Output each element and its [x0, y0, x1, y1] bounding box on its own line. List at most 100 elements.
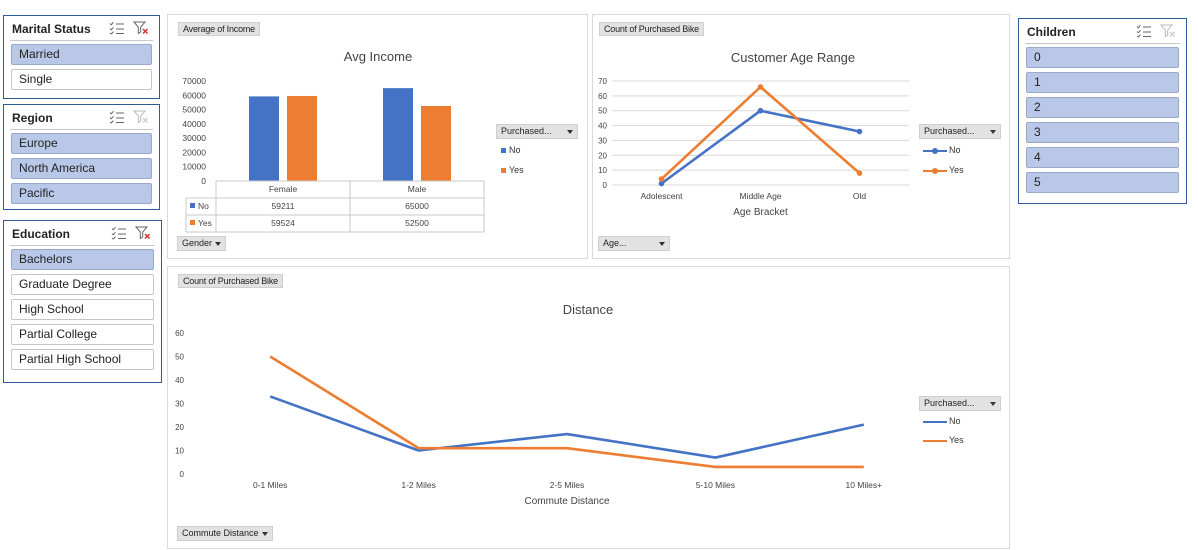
multi-select-icon[interactable] — [109, 110, 125, 124]
legend-filter-button[interactable]: Purchased... — [496, 124, 578, 139]
table-legend-key — [190, 203, 195, 208]
clear-filter-icon[interactable] — [135, 226, 151, 240]
chevron-down-icon — [990, 402, 996, 406]
axis-field-label: Age... — [603, 238, 627, 248]
legend-item-no: No — [923, 416, 961, 426]
y-tick-label: 0 — [201, 176, 206, 186]
y-tick-label: 40 — [175, 376, 184, 385]
y-tick-label: 10000 — [182, 162, 206, 172]
y-tick-label: 10 — [598, 166, 607, 175]
slicer-education: Education Bachelors Graduate Degree High… — [3, 220, 162, 383]
slicer-item-partial-college[interactable]: Partial College — [11, 324, 154, 345]
slicer-item-children-3[interactable]: 3 — [1026, 122, 1179, 143]
slicer-item-children-0[interactable]: 0 — [1026, 47, 1179, 68]
legend-item-no: No — [501, 145, 521, 155]
chart-customer-age-range[interactable]: Count of Purchased Bike Customer Age Ran… — [592, 14, 1010, 259]
y-tick-label: 30 — [175, 400, 184, 409]
bar-yes-female — [287, 95, 317, 181]
y-tick-label: 0 — [603, 181, 608, 190]
y-tick-label: 40 — [598, 122, 607, 131]
table-series-label: Yes — [198, 218, 212, 228]
slicer-title: Education — [12, 227, 71, 241]
slicer-item-graduate-degree[interactable]: Graduate Degree — [11, 274, 154, 295]
table-legend-key — [190, 220, 195, 225]
chevron-down-icon — [659, 242, 665, 246]
legend-item-no: No — [923, 145, 961, 155]
distance-plot: 0 10 20 30 40 50 60 0-1 Miles 1-2 Miles 2-5 Miles… — [175, 329, 882, 507]
data-point-yes — [658, 176, 665, 182]
slicer-item-high-school[interactable]: High School — [11, 299, 154, 320]
chevron-down-icon — [262, 532, 268, 536]
clear-filter-icon — [1160, 24, 1176, 38]
chart-avg-income[interactable]: Average of Income Avg Income 0 10000 20000… — [167, 14, 588, 259]
legend-label: Yes — [509, 165, 524, 175]
y-tick-label: 50000 — [182, 105, 206, 115]
slicer-item-partial-high-school[interactable]: Partial High School — [11, 349, 154, 370]
legend-filter-button[interactable]: Purchased... — [919, 396, 1001, 411]
legend-line — [923, 167, 947, 174]
slicer-item-children-2[interactable]: 2 — [1026, 97, 1179, 118]
multi-select-icon[interactable] — [1136, 24, 1152, 38]
table-value: 65000 — [405, 201, 429, 211]
legend-item-yes: Yes — [923, 435, 964, 445]
x-category-label: 10 Miles+ — [845, 480, 882, 490]
chart-distance[interactable]: Count of Purchased Bike Distance 0 10 20 30… — [167, 266, 1010, 549]
legend-line — [923, 439, 947, 442]
y-tick-label: 20000 — [182, 147, 206, 157]
data-point-yes — [856, 170, 863, 176]
x-category-label: Adolescent — [640, 191, 683, 201]
y-tick-label: 50 — [175, 353, 184, 362]
legend-label: No — [949, 416, 961, 426]
slicer-item-children-5[interactable]: 5 — [1026, 172, 1179, 193]
chevron-down-icon — [990, 130, 996, 134]
y-tick-label: 40000 — [182, 119, 206, 129]
multi-select-icon[interactable] — [109, 21, 125, 35]
slicer-item-single[interactable]: Single — [11, 69, 152, 90]
axis-field-label: Gender — [182, 238, 213, 248]
slicer-header: Children — [1025, 19, 1180, 44]
axis-field-button[interactable]: Gender — [177, 236, 226, 251]
y-tick-label: 50 — [598, 107, 607, 116]
bar-no-female — [249, 96, 279, 181]
slicer-item-europe[interactable]: Europe — [11, 133, 152, 154]
series-line-yes — [269, 355, 864, 469]
legend-label: No — [509, 145, 521, 155]
slicer-item-bachelors[interactable]: Bachelors — [11, 249, 154, 270]
legend-swatch — [501, 148, 506, 154]
slicer-region: Region Europe North America Pacific — [3, 104, 160, 210]
slicer-item-north-america[interactable]: North America — [11, 158, 152, 179]
y-tick-label: 0 — [180, 470, 185, 479]
table-value: 59524 — [271, 218, 295, 228]
legend-filter-button[interactable]: Purchased... — [919, 124, 1001, 139]
axis-field-button[interactable]: Age... — [598, 236, 670, 251]
legend-filter-label: Purchased... — [501, 126, 552, 136]
y-tick-label: 60000 — [182, 90, 206, 100]
slicer-marital-status: Marital Status Married Single — [3, 15, 160, 99]
slicer-item-married[interactable]: Married — [11, 44, 152, 65]
x-category-label: 2-5 Miles — [550, 480, 584, 490]
slicer-title: Region — [12, 111, 53, 125]
table-series-label: No — [198, 201, 209, 211]
table-value: 52500 — [405, 218, 429, 228]
table-value: 59211 — [271, 201, 294, 211]
slicer-header: Marital Status — [10, 16, 153, 41]
axis-field-button[interactable]: Commute Distance — [177, 526, 273, 541]
x-category-label: Male — [408, 184, 427, 194]
x-category-label: 0-1 Miles — [253, 480, 287, 490]
slicer-item-children-4[interactable]: 4 — [1026, 147, 1179, 168]
data-point-no — [757, 107, 764, 114]
slicer-item-pacific[interactable]: Pacific — [11, 183, 152, 204]
legend-line — [923, 147, 947, 154]
bar-no-male — [383, 88, 413, 181]
series-line-yes — [660, 85, 861, 181]
multi-select-icon[interactable] — [111, 226, 127, 240]
legend-item-yes: Yes — [501, 165, 524, 175]
y-tick-label: 60 — [175, 329, 184, 338]
x-axis-title: Age Bracket — [733, 207, 788, 218]
legend-label: Yes — [949, 435, 964, 445]
data-point-yes — [757, 84, 764, 90]
data-point-no — [856, 128, 863, 135]
clear-filter-icon[interactable] — [133, 21, 149, 35]
y-tick-label: 10 — [175, 447, 184, 456]
slicer-item-children-1[interactable]: 1 — [1026, 72, 1179, 93]
